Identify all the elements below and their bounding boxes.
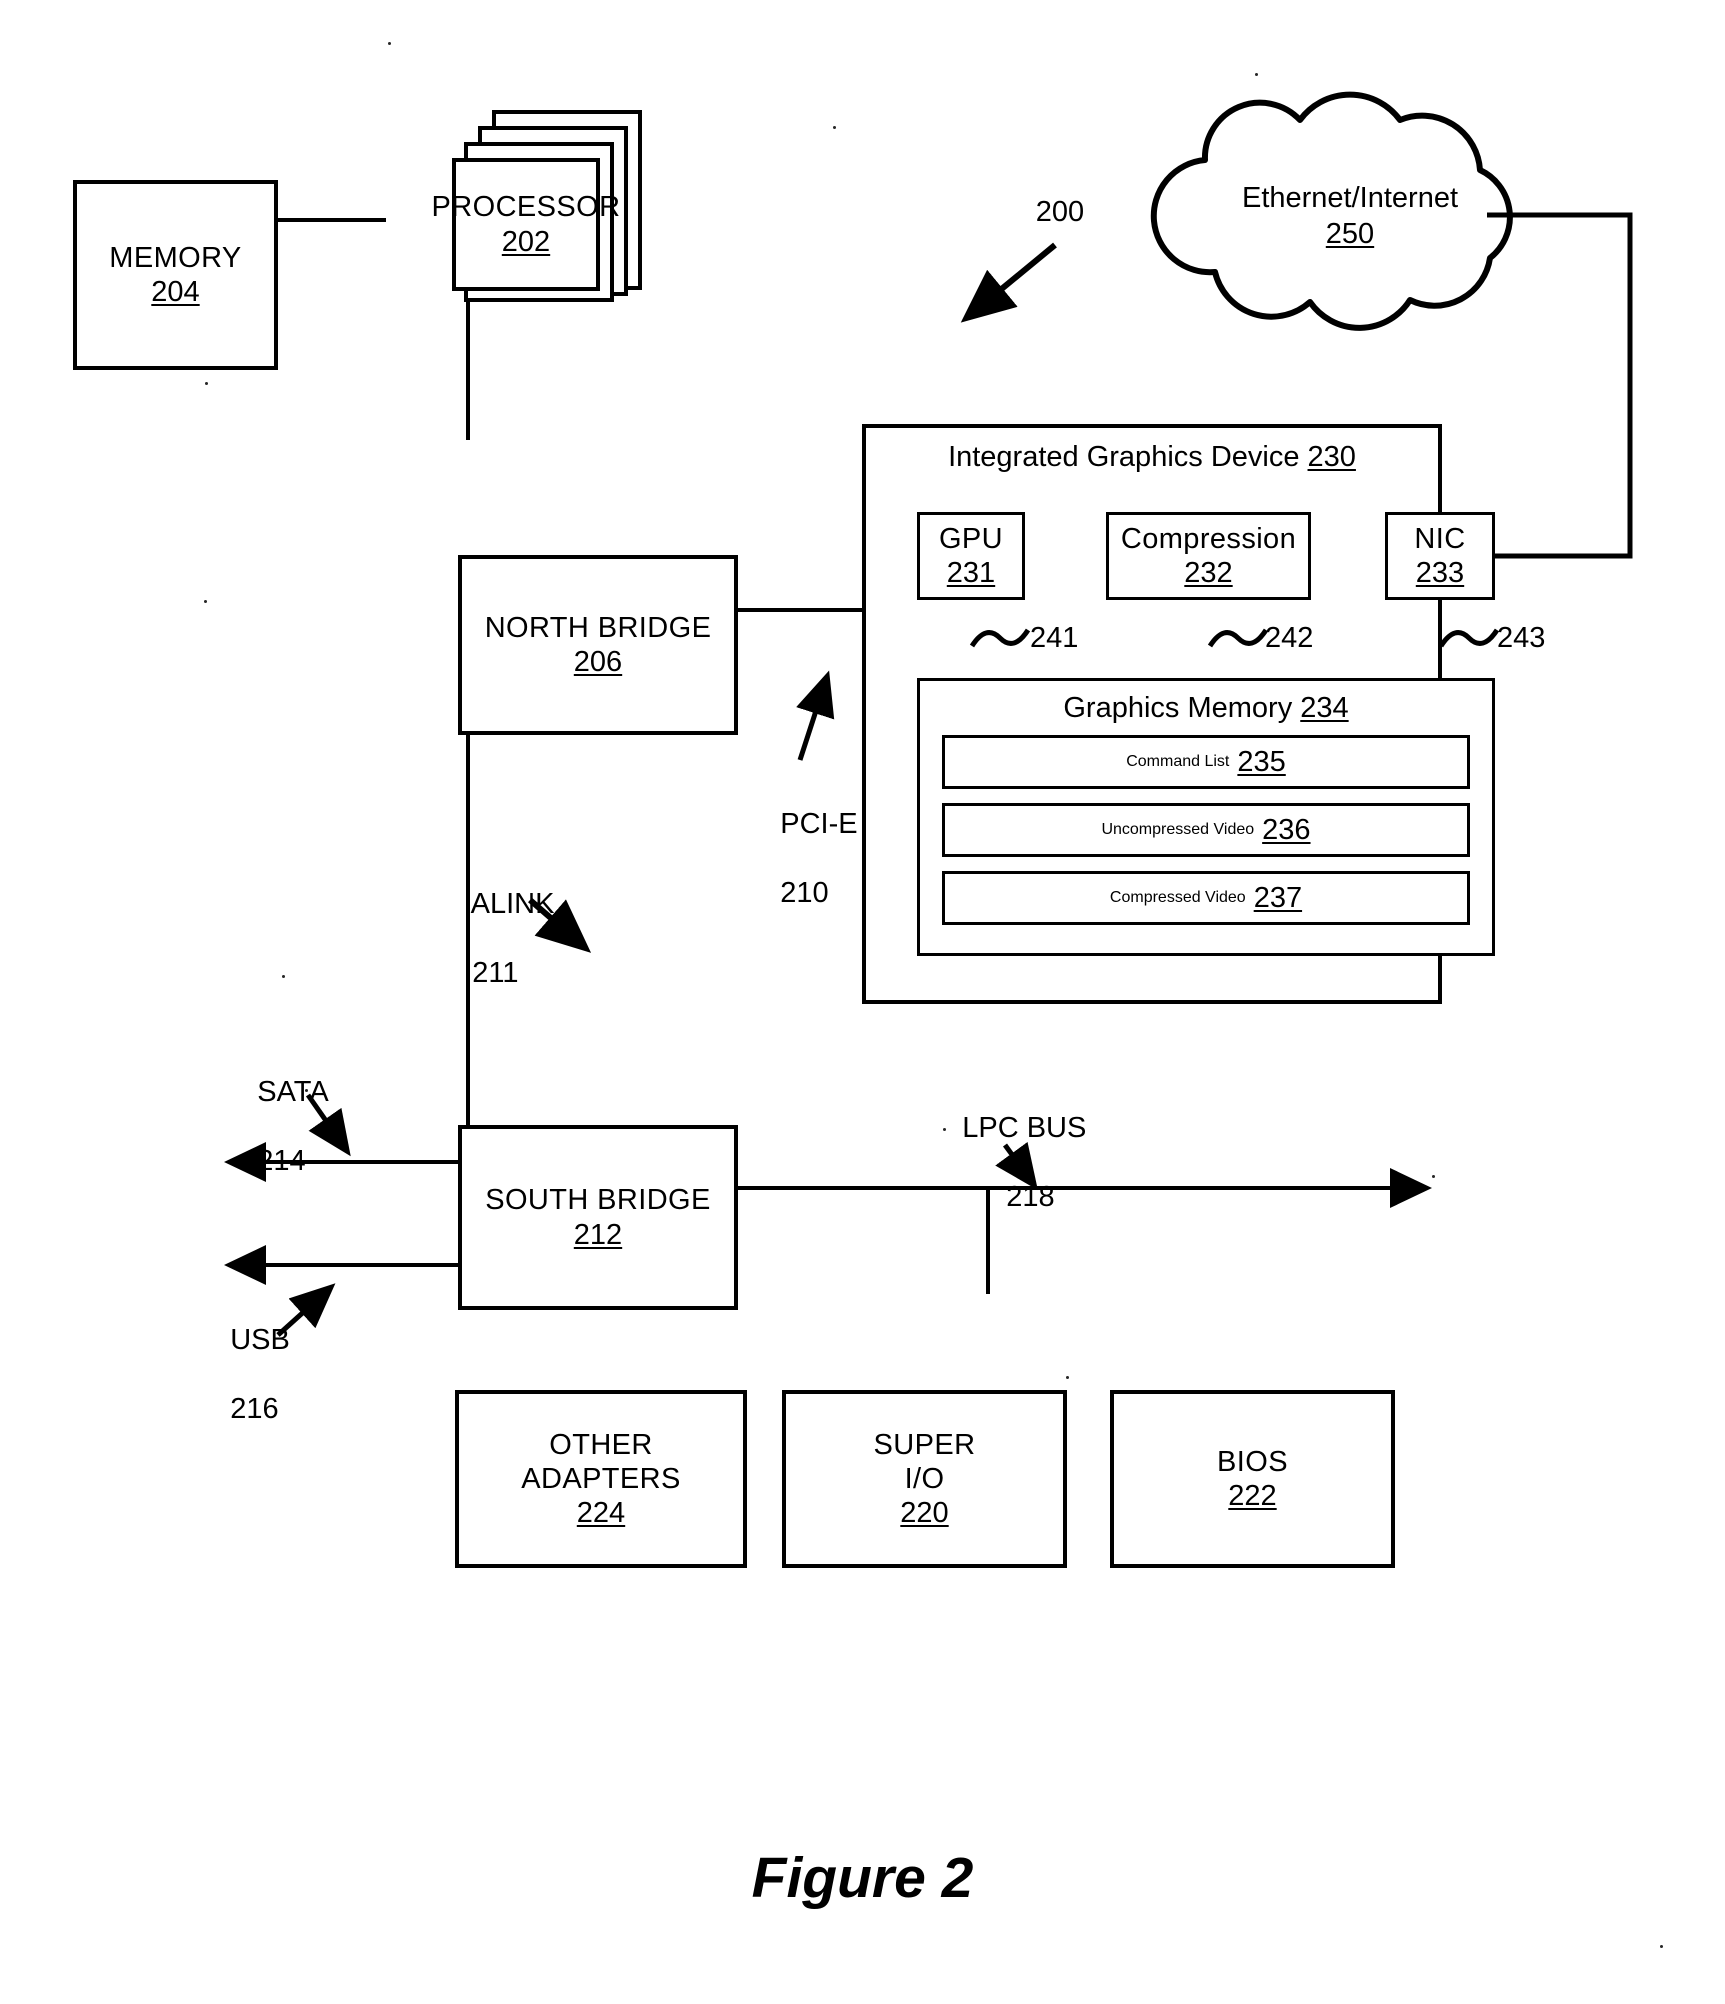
memory-ref: 204 [151,276,200,308]
alink-name: ALINK [470,887,555,920]
usb-label: USB 216 [198,1288,290,1462]
scan-speck [1432,1175,1435,1178]
super-io-title-2: I/O [904,1462,945,1495]
scan-speck [205,382,208,385]
memory-box[interactable]: MEMORY 204 [73,180,278,370]
igd-title: Integrated Graphics Device [948,441,1300,473]
south-bridge-box[interactable]: SOUTH BRIDGE 212 [458,1125,738,1310]
uncompressed-video-row[interactable]: Uncompressed Video 236 [942,803,1470,858]
compression-box[interactable]: Compression 232 [1106,512,1311,600]
sata-label: SATA 214 [225,1040,329,1214]
usb-name: USB [230,1323,290,1356]
command-list-row[interactable]: Command List 235 [942,735,1470,790]
north-bridge-title: NORTH BRIDGE [484,611,712,644]
system-ref-arrow [960,242,1057,323]
south-bridge-ref: 212 [573,1218,623,1251]
compression-ref: 232 [1184,557,1233,589]
gpu-box[interactable]: GPU 231 [917,512,1025,600]
bios-ref: 222 [1228,1480,1277,1512]
super-io-ref: 220 [900,1497,949,1530]
memory-title: MEMORY [109,241,242,274]
north-bridge-ref: 206 [573,646,623,678]
graphics-memory-title: Graphics Memory [1063,692,1293,724]
other-adapters-box[interactable]: OTHER ADAPTERS 224 [455,1390,747,1568]
graphics-memory-box[interactable]: Graphics Memory 234 Command List 235 Unc… [917,678,1495,956]
scan-speck [1660,1945,1663,1948]
south-bridge-title: SOUTH BRIDGE [485,1184,711,1217]
other-adapters-ref: 224 [576,1497,626,1530]
scan-speck [1066,1376,1069,1379]
igd-ref: 230 [1307,441,1356,473]
super-io-title-1: SUPER [873,1428,976,1461]
link-242-label: 242 [1265,622,1314,654]
lpc-name: LPC BUS [962,1111,1087,1144]
graphics-memory-title-line: Graphics Memory 234 [1063,691,1348,725]
cloud-title: Ethernet/Internet [1241,182,1459,214]
other-adapters-title-2: ADAPTERS [521,1462,681,1495]
command-list-title: Command List [1126,752,1230,770]
link-241-label: 241 [1030,622,1079,654]
figure-caption: Figure 2 [751,1846,974,1910]
pcie-arrow [796,670,835,761]
lpc-bus-label: LPC BUS 218 [930,1076,1086,1250]
squiggle-243-icon [1438,628,1500,648]
figure-canvas: Integrated Graphics Device 230 GPU 231 C… [0,0,1725,2004]
bios-title: BIOS [1217,1445,1288,1478]
link-243-label: 243 [1497,622,1546,654]
other-adapters-title-1: OTHER [549,1428,653,1461]
pcie-name: PCI-E [780,807,858,840]
sata-ref: 214 [257,1145,306,1178]
gpu-ref: 231 [946,557,996,589]
scan-speck [388,42,391,45]
scan-speck [1255,73,1258,76]
compressed-video-row[interactable]: Compressed Video 237 [942,871,1470,926]
pcie-ref: 210 [780,877,829,910]
nic-to-cloud-route [1487,212,1633,559]
uncompressed-video-ref: 236 [1262,814,1311,847]
scan-speck [833,126,836,129]
graphics-memory-ref: 234 [1300,692,1349,724]
lpc-ref: 218 [1006,1181,1055,1214]
alink-ref: 211 [472,957,519,990]
sata-name: SATA [257,1075,329,1108]
north-bridge-box[interactable]: NORTH BRIDGE 206 [458,555,738,735]
nic-ref: 233 [1415,557,1465,589]
compressed-video-title: Compressed Video [1109,888,1246,906]
nic-box[interactable]: NIC 233 [1385,512,1495,600]
command-list-ref: 235 [1237,746,1286,779]
usb-line [245,1263,467,1267]
igd-title-line: Integrated Graphics Device 230 [948,440,1356,474]
nic-title: NIC [1414,522,1466,555]
usb-ref: 216 [230,1393,279,1426]
link-memory-processor [276,218,386,222]
processor-ref: 202 [501,225,551,258]
super-io-box[interactable]: SUPER I/O 220 [782,1390,1067,1568]
scan-speck [204,600,207,603]
scan-speck [282,975,285,978]
system-ref-label: 200 [1035,196,1085,228]
bios-box[interactable]: BIOS 222 [1110,1390,1395,1568]
compressed-video-ref: 237 [1253,882,1303,915]
processor-title: PROCESSOR [431,191,621,224]
processor-box[interactable]: PROCESSOR 202 [432,158,620,291]
cloud-ref: 250 [1325,218,1375,251]
cloud-label: Ethernet/Internet 250 [1205,180,1495,253]
pcie-label: PCI-E 210 [748,772,858,946]
alink-label: ALINK 211 [440,852,555,1026]
compression-title: Compression [1120,522,1297,555]
gpu-title: GPU [938,522,1004,555]
link-processor-northbridge [466,290,470,440]
uncompressed-video-title: Uncompressed Video [1101,820,1255,838]
